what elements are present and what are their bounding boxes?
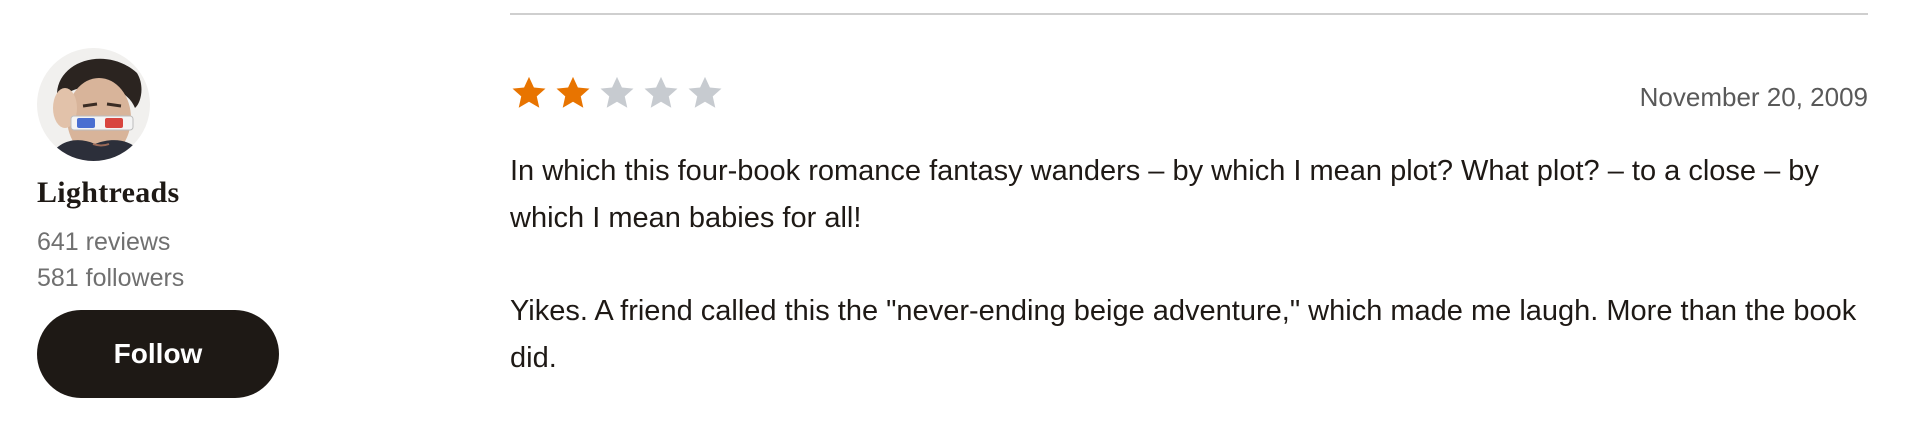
star-icon — [556, 76, 590, 108]
star-rating — [510, 74, 724, 112]
follow-button[interactable]: Follow — [37, 310, 279, 398]
section-divider — [510, 13, 1868, 15]
reviewer-avatar[interactable] — [37, 48, 150, 161]
review-card: Lightreads 641 reviews 581 followers Fol… — [0, 0, 1921, 428]
star-icon — [688, 76, 722, 108]
review-count: 641 reviews — [37, 228, 171, 256]
star-icon — [512, 76, 546, 108]
reviewer-profile: Lightreads 641 reviews 581 followers Fol… — [37, 48, 287, 398]
reviewer-name[interactable]: Lightreads — [37, 176, 287, 210]
avatar-image — [37, 48, 150, 161]
review-text: In which this four-book romance fantasy … — [510, 148, 1868, 428]
review-date[interactable]: November 20, 2009 — [1640, 82, 1868, 113]
review-paragraph: Yikes. A friend called this the "never-e… — [510, 295, 1857, 374]
star-icon — [600, 76, 634, 108]
review-paragraph: In which this four-book romance fantasy … — [510, 155, 1819, 234]
star-icon — [644, 76, 678, 108]
follower-count: 581 followers — [37, 264, 185, 292]
